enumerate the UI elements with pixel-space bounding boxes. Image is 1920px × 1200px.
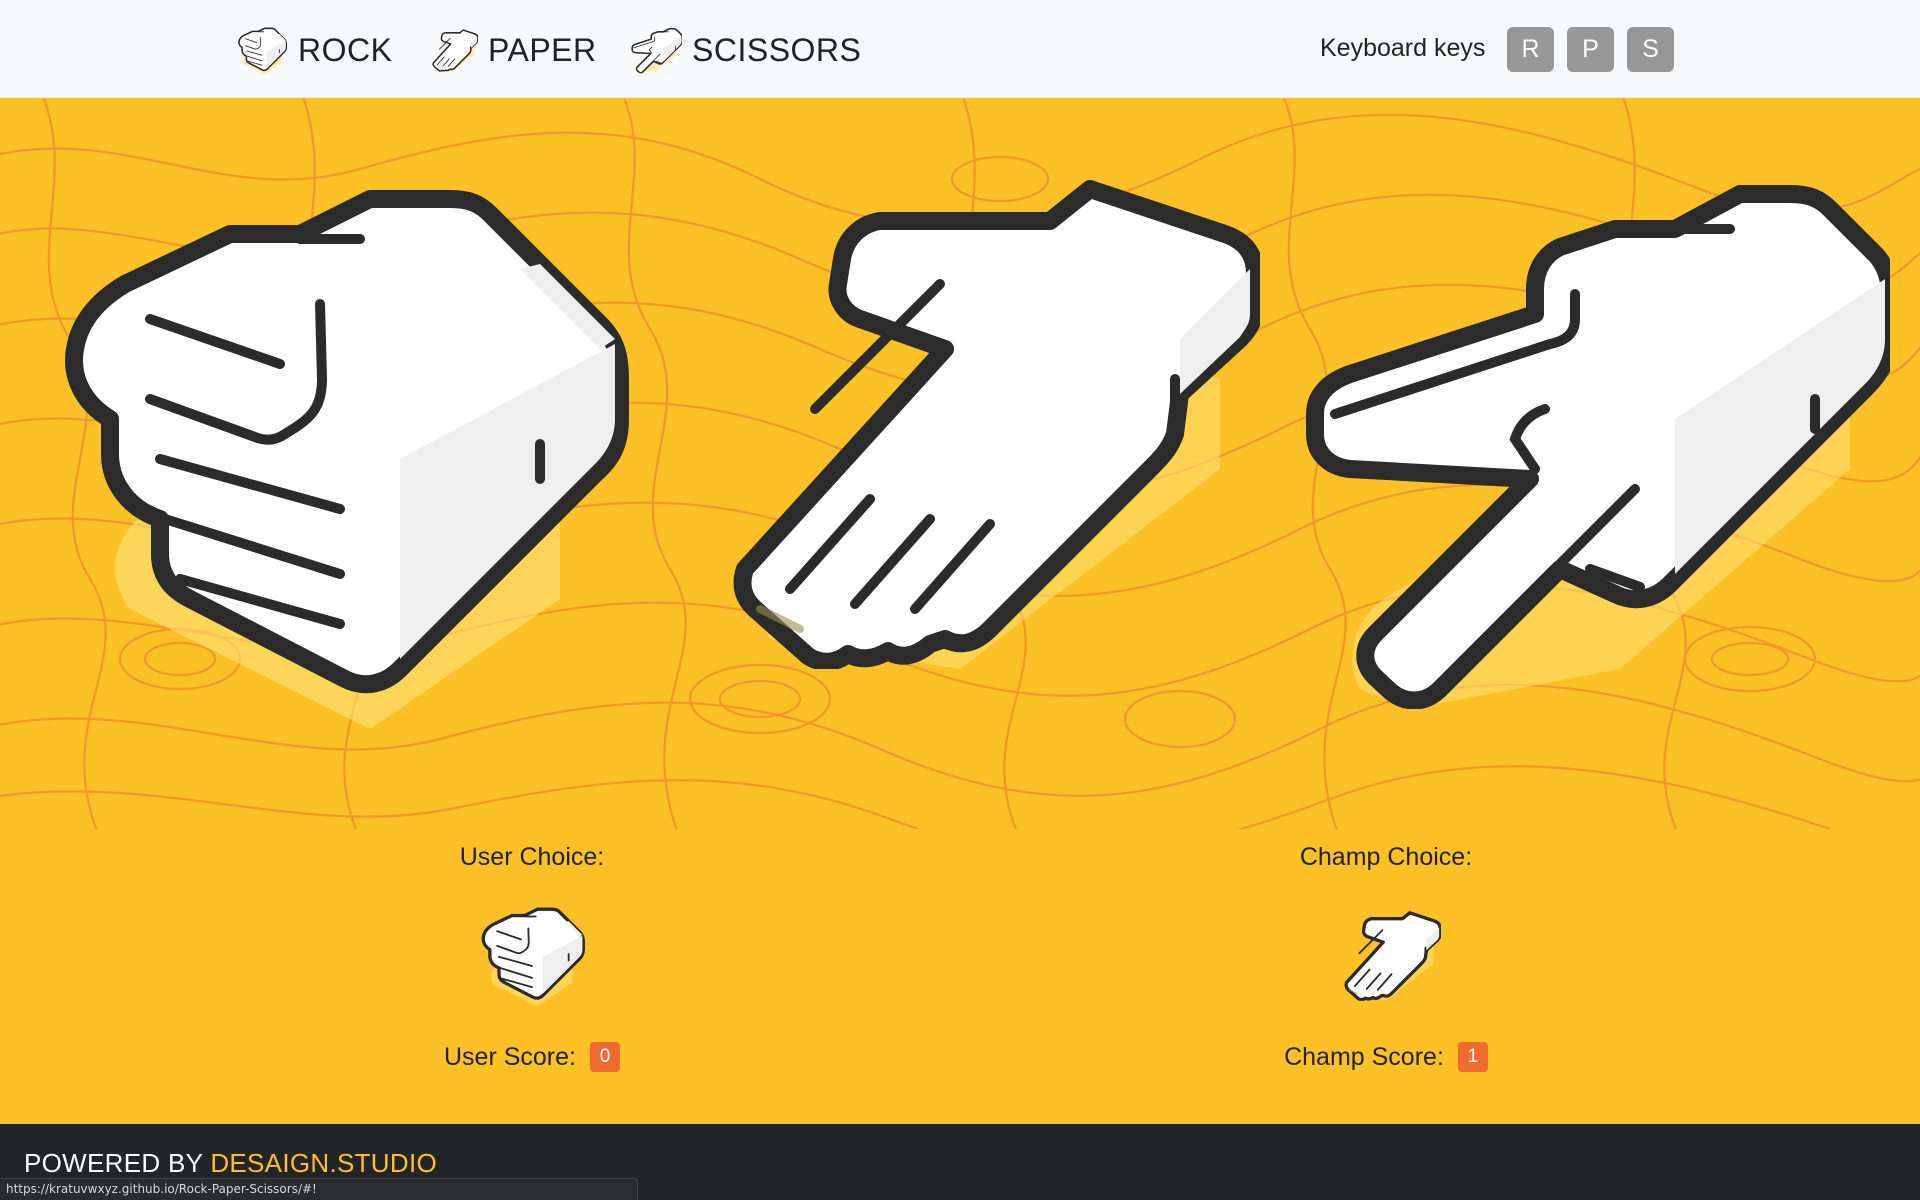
status-url: https://kratuvwxyz.github.io/Rock-Paper-… — [6, 1182, 317, 1196]
browser-status-bar: https://kratuvwxyz.github.io/Rock-Paper-… — [0, 1178, 638, 1200]
footer-brand-link[interactable]: DESAIGN.STUDIO — [210, 1148, 437, 1178]
nav-paper-button[interactable]: PAPER — [426, 22, 597, 78]
footer-credit: POWERED BY DESAIGN.STUDIO — [24, 1148, 437, 1179]
rock-choice-button[interactable] — [40, 169, 640, 729]
scissors-choice-button[interactable] — [1290, 169, 1890, 709]
paper-hand-icon — [1331, 900, 1441, 1010]
scissors-hand-icon — [1290, 169, 1890, 709]
scissors-hand-icon — [630, 24, 682, 76]
nav-scissors-label: SCISSORS — [692, 31, 862, 68]
user-choice-title: User Choice: — [459, 843, 605, 871]
champ-result-panel: Champ Choice: Champ Score: 1 — [1106, 829, 1666, 1072]
keyboard-keys-label: Keyboard keys — [1320, 34, 1486, 62]
nav-rock-button[interactable]: ROCK — [236, 22, 392, 78]
user-result-panel: User Choice: User Score: 0 — [252, 829, 812, 1072]
champ-score-badge: 1 — [1457, 1042, 1488, 1072]
paper-hand-icon — [426, 24, 478, 76]
user-score-label: User Score: — [444, 1042, 576, 1071]
paper-hand-icon — [660, 169, 1260, 669]
paper-choice-button[interactable] — [660, 169, 1260, 669]
rock-hand-icon — [236, 24, 288, 76]
user-score-badge: 0 — [589, 1042, 620, 1072]
key-r-button[interactable]: R — [1507, 27, 1554, 72]
champ-score-label: Champ Score: — [1284, 1042, 1444, 1071]
key-s-button[interactable]: S — [1627, 27, 1674, 72]
top-navbar: ROCK PAPER SCISSORS Keyboard keys R P S — [0, 0, 1920, 98]
key-p-button[interactable]: P — [1567, 27, 1614, 72]
champ-choice-title: Champ Choice: — [1299, 843, 1473, 871]
footer-prefix: POWERED BY — [24, 1148, 211, 1178]
rock-hand-icon — [477, 900, 587, 1010]
champ-score-row: Champ Score: 1 — [1106, 1042, 1666, 1072]
nav-scissors-button[interactable]: SCISSORS — [630, 22, 861, 78]
user-score-row: User Score: 0 — [252, 1042, 812, 1072]
rock-hand-icon — [40, 169, 640, 729]
nav-paper-label: PAPER — [488, 31, 597, 68]
nav-rock-label: ROCK — [298, 31, 393, 68]
game-arena — [0, 99, 1920, 829]
